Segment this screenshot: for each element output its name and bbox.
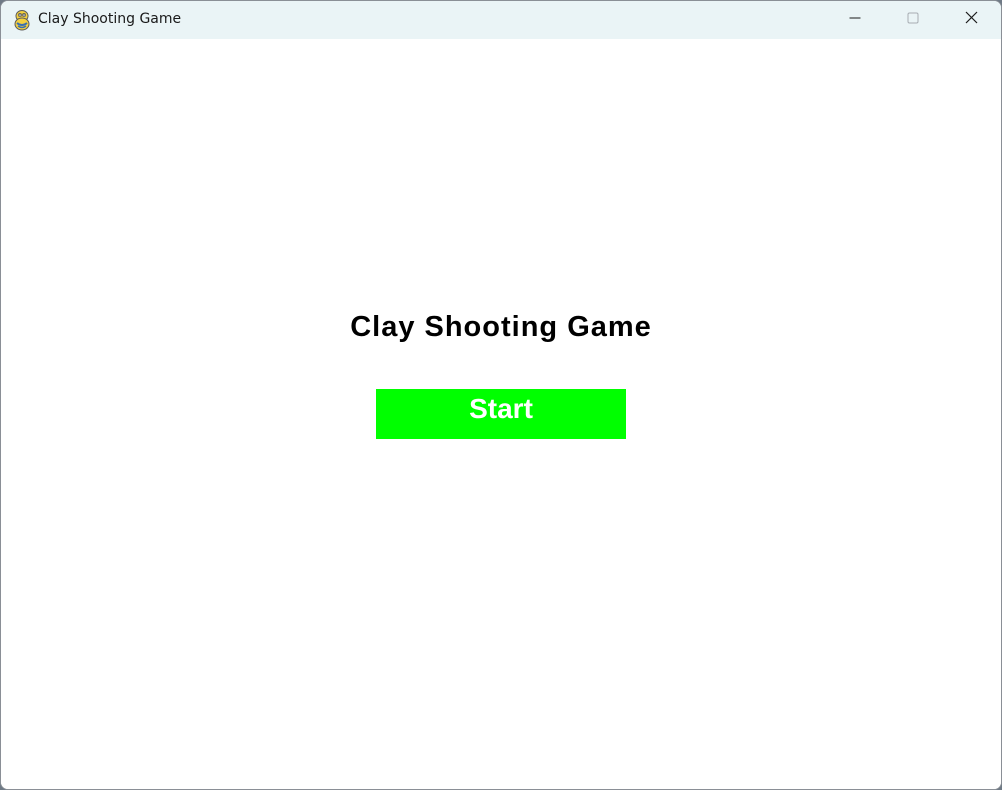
game-title: Clay Shooting Game xyxy=(350,311,652,343)
maximize-button[interactable] xyxy=(884,1,942,39)
start-button[interactable]: Start xyxy=(376,389,626,439)
minimize-icon xyxy=(849,11,861,29)
window-title: Clay Shooting Game xyxy=(38,11,182,27)
start-button-label: Start xyxy=(469,393,533,424)
close-icon xyxy=(965,11,978,29)
minimize-button[interactable] xyxy=(826,1,884,39)
maximize-icon xyxy=(907,11,919,29)
app-window: Clay Shooting Game Clay Shooting Game St… xyxy=(0,0,1002,790)
title-bar[interactable]: Clay Shooting Game xyxy=(1,1,1001,39)
pygame-snake-icon xyxy=(12,9,32,31)
close-button[interactable] xyxy=(942,1,1000,39)
game-canvas[interactable]: Clay Shooting Game Start xyxy=(1,39,1001,789)
